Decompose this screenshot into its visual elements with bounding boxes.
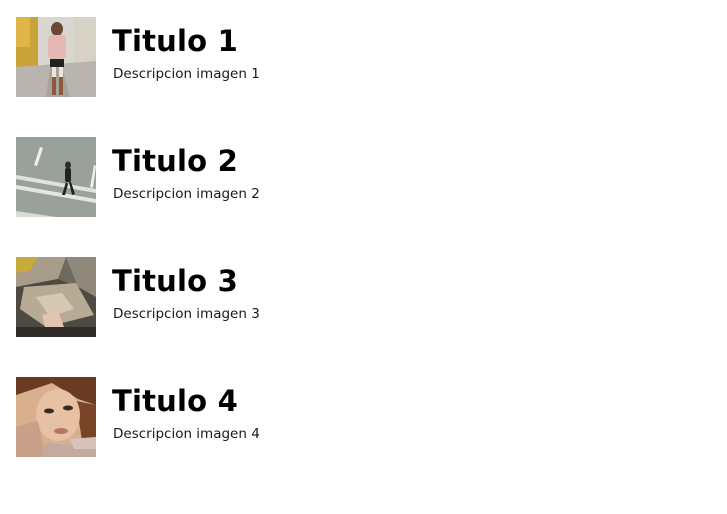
item-description: Descripcion imagen 2: [113, 186, 260, 202]
image-list: Titulo 1 Descripcion imagen 1 Titulo 2 D…: [16, 17, 716, 497]
list-item[interactable]: Titulo 1 Descripcion imagen 1: [16, 17, 716, 97]
list-item[interactable]: Titulo 4 Descripcion imagen 4: [16, 377, 716, 457]
item-title: Titulo 3: [112, 264, 238, 298]
thumbnail-image[interactable]: [16, 257, 96, 337]
thumbnail-image[interactable]: [16, 377, 96, 457]
item-title: Titulo 1: [112, 24, 238, 58]
item-description: Descripcion imagen 1: [113, 66, 260, 82]
list-item[interactable]: Titulo 2 Descripcion imagen 2: [16, 137, 716, 217]
item-title: Titulo 2: [112, 144, 238, 178]
thumbnail-image[interactable]: [16, 17, 96, 97]
list-item[interactable]: Titulo 3 Descripcion imagen 3: [16, 257, 716, 337]
item-title: Titulo 4: [112, 384, 238, 418]
thumbnail-image[interactable]: [16, 137, 96, 217]
item-description: Descripcion imagen 3: [113, 306, 260, 322]
item-description: Descripcion imagen 4: [113, 426, 260, 442]
